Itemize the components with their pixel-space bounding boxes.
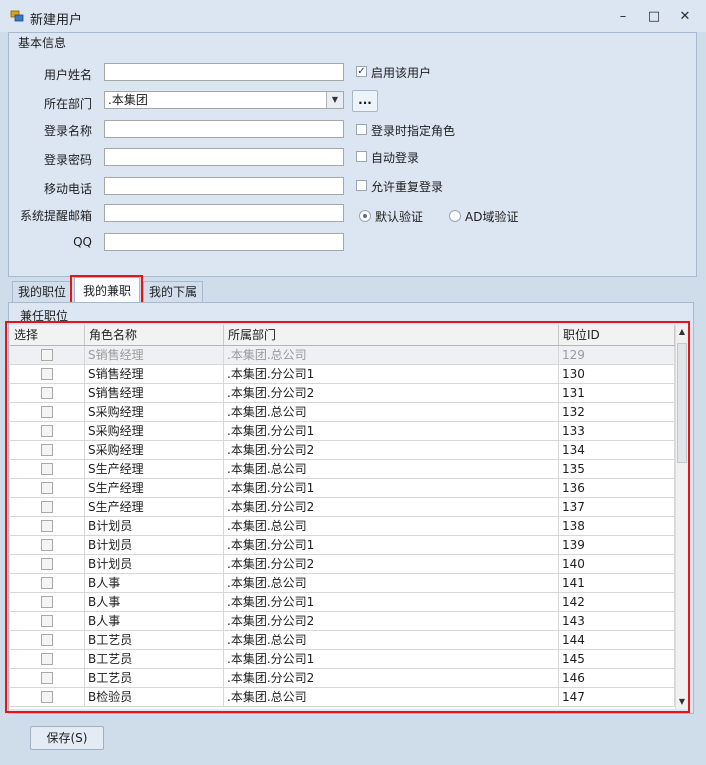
email-label: 系统提醒邮箱	[19, 209, 92, 223]
mobile-label: 移动电话	[43, 182, 92, 196]
email-input[interactable]	[104, 204, 344, 222]
close-icon[interactable]: ✕	[674, 8, 696, 24]
allow-repeat-login-checkbox[interactable]	[356, 180, 367, 191]
login-name-input[interactable]	[104, 120, 344, 138]
basic-info-title: 基本信息	[18, 36, 67, 50]
department-value: .本集团	[108, 93, 148, 107]
password-input[interactable]	[104, 148, 344, 166]
department-combo[interactable]: .本集团 ▼	[104, 91, 344, 109]
grid-highlight-box	[5, 321, 690, 713]
default-auth-radio[interactable]	[359, 210, 371, 222]
enable-user-checkbox[interactable]: ✓	[356, 66, 367, 77]
allow-repeat-login-label: 允许重复登录	[371, 180, 444, 194]
password-label: 登录密码	[43, 153, 92, 167]
auto-login-checkbox[interactable]	[356, 151, 367, 162]
assign-role-checkbox[interactable]	[356, 124, 367, 135]
login-name-label: 登录名称	[43, 124, 92, 138]
user-name-label: 用户姓名	[43, 68, 92, 82]
window-title: 新建用户	[30, 13, 83, 28]
save-button[interactable]: 保存(S)	[30, 726, 104, 750]
tab-my-positions[interactable]: 我的职位	[12, 281, 72, 303]
default-auth-label: 默认验证	[375, 210, 424, 224]
app-icon	[10, 10, 24, 22]
minimize-icon[interactable]: –	[612, 8, 634, 24]
ad-auth-radio[interactable]	[449, 210, 461, 222]
qq-input[interactable]	[104, 233, 344, 251]
tab-my-subordinates[interactable]: 我的下属	[143, 281, 203, 303]
department-label: 所在部门	[43, 97, 92, 111]
qq-label: QQ	[73, 235, 92, 249]
ad-auth-label: AD域验证	[465, 210, 519, 224]
assign-role-label: 登录时指定角色	[371, 124, 456, 138]
enable-user-label: 启用该用户	[371, 66, 432, 80]
auto-login-label: 自动登录	[371, 151, 420, 165]
chevron-down-icon[interactable]: ▼	[326, 92, 343, 108]
user-name-input[interactable]	[104, 63, 344, 81]
mobile-input[interactable]	[104, 177, 344, 195]
title-bar	[0, 0, 706, 32]
department-browse-button[interactable]: ...	[352, 90, 378, 112]
maximize-icon[interactable]: □	[643, 8, 665, 24]
